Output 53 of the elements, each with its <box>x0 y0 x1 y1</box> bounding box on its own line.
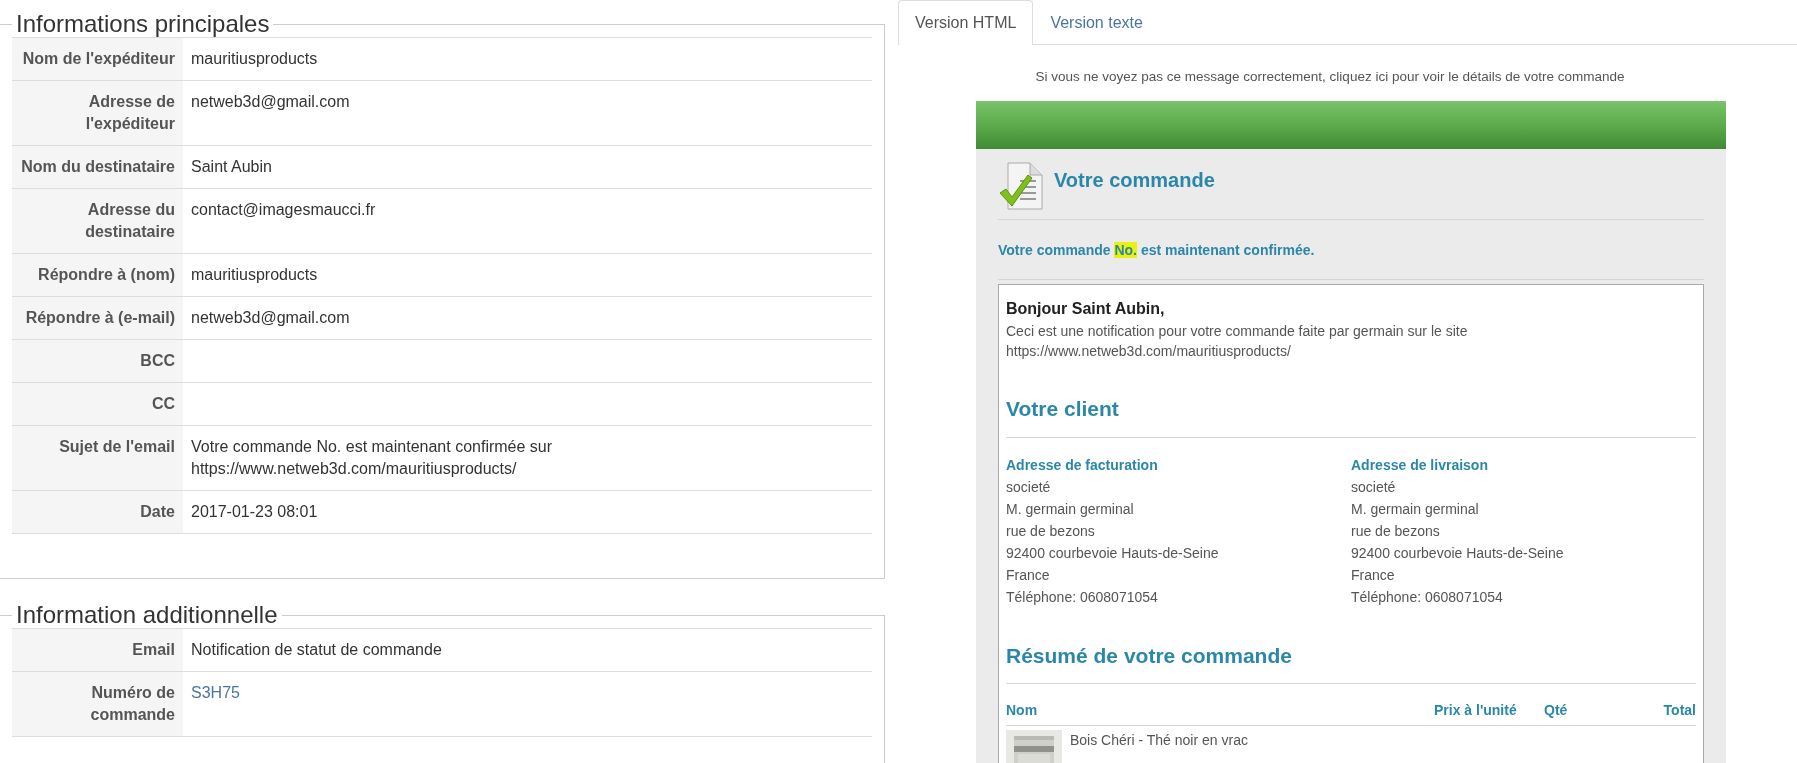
intro-text: Ceci est une notification pour votre commande faite par germain sur le site https://www.netweb3d.com/mauritiusproducts/ <box>1006 322 1469 362</box>
address-line: rue de bezons <box>1006 521 1096 541</box>
order-number-link[interactable]: S3H75 <box>191 683 240 701</box>
section-legend: Informations principales <box>12 10 274 39</box>
field-label: Répondre à (e-mail) <box>12 296 183 340</box>
field-label: Date <box>12 490 183 534</box>
document-check-icon <box>998 161 1046 212</box>
address-line: Téléphone: 0608071054 <box>1006 587 1159 607</box>
address-line: societé <box>1351 477 1397 497</box>
section-heading: Résumé de votre commande <box>1006 642 1293 669</box>
field-value: 2017-01-23 08:01 <box>191 501 319 522</box>
field-value: netweb3d@gmail.com <box>191 91 351 112</box>
field-label: CC <box>12 382 183 426</box>
address-line: societé <box>1006 477 1052 497</box>
address-line: France <box>1351 565 1396 585</box>
field-value: netweb3d@gmail.com <box>191 307 351 328</box>
address-line: M. germain germinal <box>1351 499 1480 519</box>
column-header: Prix à l'unité <box>1434 701 1518 721</box>
address-heading: Adresse de facturation <box>1006 455 1159 475</box>
field-label: BCC <box>12 339 183 383</box>
field-label: Adresse du destinataire <box>12 188 183 254</box>
field-label: Adresse de l'expéditeur <box>12 80 183 146</box>
field-label: Sujet de l'email <box>12 425 183 491</box>
section-legend: Information additionnelle <box>12 600 282 630</box>
field-value: mauritiusproducts <box>191 264 319 285</box>
field-label: Nom du destinataire <box>12 145 183 189</box>
column-header: Total <box>1662 701 1696 721</box>
greeting-text: Bonjour Saint Aubin, <box>1006 299 1166 320</box>
address-line: France <box>1006 565 1051 585</box>
address-line: rue de bezons <box>1351 521 1441 541</box>
column-header: Qté <box>1544 701 1569 721</box>
field-label: Répondre à (nom) <box>12 253 183 297</box>
field-value: mauritiusproducts <box>191 48 319 69</box>
tab[interactable]: Version HTML <box>898 0 1034 45</box>
tab[interactable]: Version texte <box>1033 0 1160 45</box>
field-value: contact@imagesmaucci.fr <box>191 199 377 220</box>
address-line: 92400 courbevoie Hauts-de-Seine <box>1006 543 1220 563</box>
column-header: Nom <box>1006 701 1039 721</box>
product-name: Bois Chéri - Thé noir en vrac <box>1070 731 1248 751</box>
field-value: Votre commande No. est maintenant confirmée sur https://www.netweb3d.com/mauritiusproducts/ <box>191 436 554 479</box>
address-heading: Adresse de livraison <box>1351 455 1489 475</box>
field-value: Notification de statut de commande <box>191 639 443 660</box>
address-line: M. germain germinal <box>1006 499 1135 519</box>
field-value: Saint Aubin <box>191 156 273 177</box>
field-label: Email <box>12 628 183 672</box>
address-line: Téléphone: 0608071054 <box>1351 587 1504 607</box>
notice-text: Si vous ne voyez pas ce message correctement, cliquez ici pour voir le détails de votre commande <box>1034 68 1626 86</box>
confirmation-text: Votre commande No. est maintenant confirmée. <box>998 241 1316 261</box>
field-label: Numéro de commande <box>12 671 183 737</box>
address-line: 92400 courbevoie Hauts-de-Seine <box>1351 543 1565 563</box>
email-title: Votre commande <box>1054 168 1215 194</box>
section-heading: Votre client <box>1006 396 1120 423</box>
field-label: Nom de l'expéditeur <box>12 37 183 81</box>
